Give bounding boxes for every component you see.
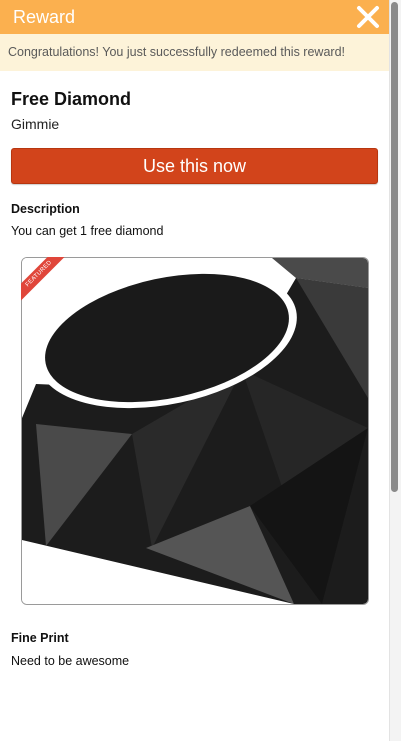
description-heading: Description: [11, 202, 80, 216]
description-text: You can get 1 free diamond: [11, 224, 164, 238]
use-this-now-button[interactable]: Use this now: [11, 148, 378, 184]
reward-subtitle: Gimmie: [11, 116, 60, 132]
reward-image: [21, 257, 369, 605]
dialog-header: Reward: [0, 0, 389, 34]
featured-label: FEATURED: [21, 257, 71, 307]
scrollbar-thumb[interactable]: [391, 2, 398, 492]
dialog-title: Reward: [13, 7, 76, 27]
gem-icon: [22, 258, 368, 604]
reward-title: Free Diamond: [11, 89, 132, 109]
fine-print-heading: Fine Print: [11, 631, 69, 645]
close-icon[interactable]: [356, 5, 380, 29]
fine-print-text: Need to be awesome: [11, 654, 130, 668]
reward-dialog: Reward Congratulations! You just success…: [0, 0, 389, 741]
success-banner: Congratulations! You just successfully r…: [0, 34, 389, 71]
featured-ribbon: FEATURED: [21, 257, 71, 307]
